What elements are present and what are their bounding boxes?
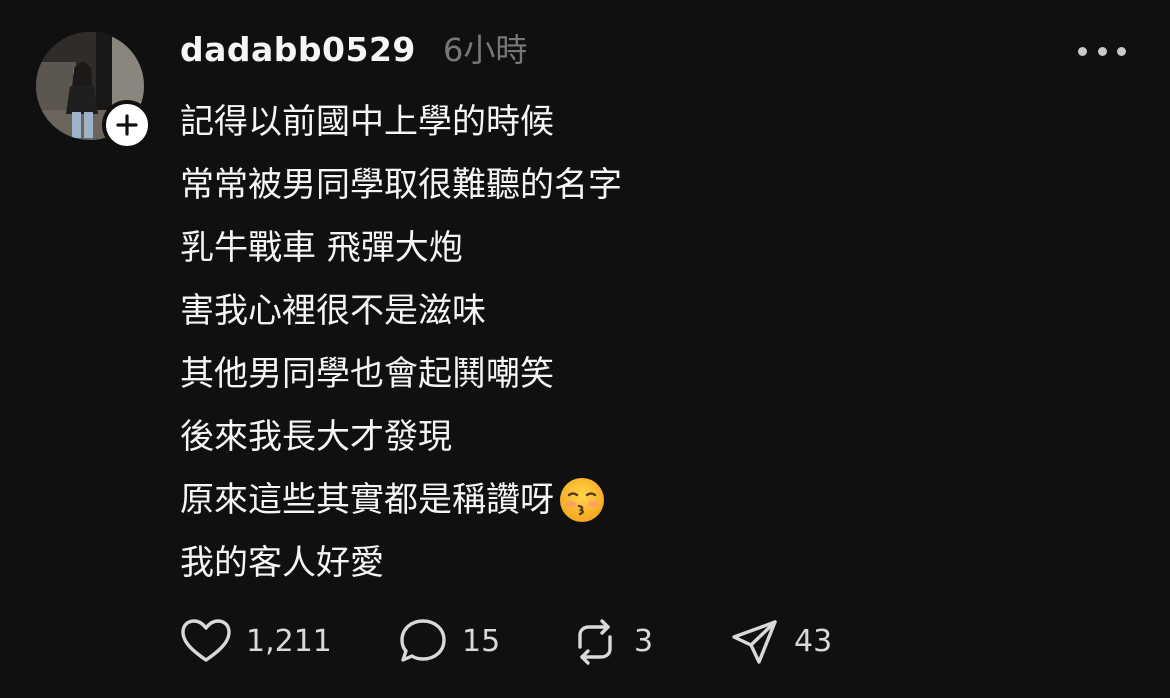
post-line-text: 常常被男同學取很難聽的名字 [180,164,622,205]
repost-button[interactable]: 3 [570,614,730,670]
more-dot [1117,46,1126,56]
post-timestamp: 6小時 [443,31,528,69]
speech-bubble-icon [400,619,446,662]
heart-icon [181,619,231,662]
username-link[interactable]: dadabb0529 [180,28,416,72]
follow-button[interactable] [102,100,152,150]
plus-icon [116,114,138,136]
post-line: 常常被男同學取很難聽的名字 [180,153,1120,216]
post-line-text: 原來這些其實都是稱讚呀 [180,479,554,520]
repost-count: 3 [634,624,654,659]
repost-icon [578,619,612,665]
post-line: 害我心裡很不是滋味 [180,279,1120,342]
more-dot [1097,46,1107,56]
post-line: 原來這些其實都是稱讚呀 [180,468,1120,531]
reply-button[interactable]: 15 [398,614,570,670]
like-button[interactable]: 1,211 [180,614,398,670]
post-line: 我的客人好愛 [180,531,1120,594]
post-line: 後來我長大才發現 [180,405,1120,468]
like-count: 1,211 [246,624,332,659]
post-line: 乳牛戰車 飛彈大炮 [180,216,1120,279]
send-icon [732,620,777,664]
post-line-text: 乳牛戰車 飛彈大炮 [180,227,463,268]
post-actions: 1,211 15 3 43 [180,614,930,670]
post-line-text: 記得以前國中上學的時候 [180,101,554,142]
post-line-text: 我的客人好愛 [180,542,384,583]
share-button[interactable]: 43 [730,614,930,670]
more-horizontal-icon [1078,46,1087,56]
post-line-text: 後來我長大才發現 [180,416,452,457]
more-options-button[interactable] [1078,34,1126,68]
reply-count: 15 [462,624,501,659]
post-line-text: 其他男同學也會起鬨嘲笑 [180,353,554,394]
post-line: 其他男同學也會起鬨嘲笑 [180,342,1120,405]
post-line: 記得以前國中上學的時候 [180,90,1120,153]
post-line-text: 害我心裡很不是滋味 [180,290,486,331]
share-count: 43 [794,624,833,659]
post-text: 記得以前國中上學的時候 常常被男同學取很難聽的名字 乳牛戰車 飛彈大炮 害我心裡… [180,90,1120,594]
kissing-face-emoji-icon [560,477,604,522]
